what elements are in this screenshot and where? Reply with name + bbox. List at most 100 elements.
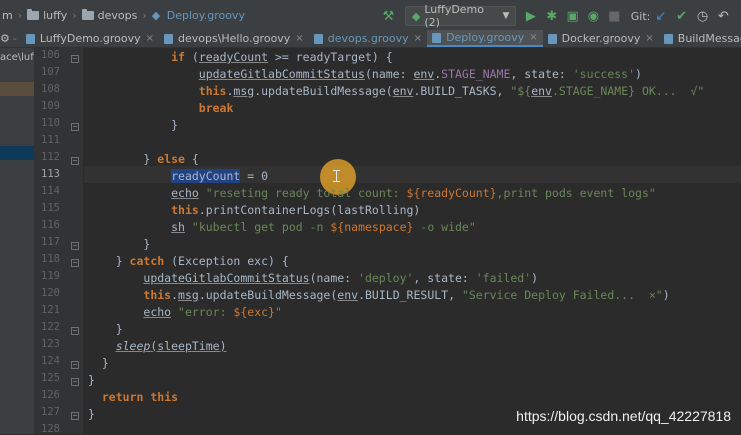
fold-marker-icon[interactable] <box>71 55 79 63</box>
code-token: readyCount <box>198 50 269 64</box>
code-line[interactable]: } else { <box>88 151 198 168</box>
tab-luffydemo[interactable]: LuffyDemo.groovy × <box>21 30 159 47</box>
code-line[interactable]: echo "error: ${exc}" <box>88 304 282 321</box>
code-token: ) <box>662 288 670 302</box>
close-icon[interactable]: × <box>645 33 653 44</box>
code-line[interactable]: updateGitlabCommitStatus(name: env.STAGE… <box>88 66 642 83</box>
breadcrumb-luffy[interactable]: luffy <box>43 9 67 22</box>
project-tree-selection[interactable] <box>0 146 34 160</box>
code-line[interactable]: this.msg.updateBuildMessage(env.BUILD_TA… <box>88 83 705 100</box>
line-number[interactable]: 121 <box>37 304 60 316</box>
fold-marker-icon[interactable] <box>71 378 79 386</box>
close-icon[interactable]: × <box>295 33 303 44</box>
code-line[interactable]: } <box>88 355 109 372</box>
fold-marker-icon[interactable] <box>71 361 79 369</box>
line-number[interactable]: 109 <box>37 100 60 112</box>
line-number[interactable]: 113 <box>37 168 60 180</box>
tab-buildmessage[interactable]: BuildMessage.groovy× <box>659 30 741 47</box>
code-line[interactable]: this.msg.updateBuildMessage(env.BUILD_RE… <box>88 287 670 304</box>
code-token: ${exc} <box>233 305 275 319</box>
code-line[interactable]: } <box>88 236 150 253</box>
run-config-select[interactable]: ◆ LuffyDemo (2) ▼ <box>404 3 517 29</box>
breadcrumb-separator: › <box>72 8 77 22</box>
fold-marker-icon[interactable] <box>71 242 79 250</box>
line-number[interactable]: 111 <box>37 134 60 146</box>
project-panel[interactable]: ace\luff <box>0 48 35 434</box>
code-line[interactable]: sleep(sleepTime) <box>88 338 227 355</box>
groovy-config-icon: ◆ <box>411 9 421 23</box>
fold-marker-icon[interactable] <box>71 259 79 267</box>
code-line[interactable]: readyCount = 0 <box>88 168 268 185</box>
coverage-icon[interactable]: ▣ <box>564 9 581 24</box>
line-number[interactable]: 119 <box>37 270 60 282</box>
line-number[interactable]: 128 <box>37 423 60 435</box>
tab-devops[interactable]: devops.groovy × <box>309 30 427 47</box>
code-line[interactable]: return this <box>88 389 178 406</box>
close-icon[interactable]: × <box>414 33 422 44</box>
fold-marker-icon[interactable] <box>71 157 79 165</box>
rollback-icon[interactable]: ↶ <box>715 9 732 24</box>
line-number[interactable]: 115 <box>37 202 60 214</box>
line-number[interactable]: 120 <box>37 287 60 299</box>
code-token: 'failed' <box>475 271 532 285</box>
profile-icon[interactable]: ◉ <box>585 9 602 24</box>
line-number[interactable]: 126 <box>37 389 60 401</box>
tab-docker[interactable]: Docker.groovy × <box>543 30 659 47</box>
line-number[interactable]: 112 <box>37 151 60 163</box>
line-number[interactable]: 114 <box>37 185 60 197</box>
code-token: (sleepTime) <box>150 339 227 353</box>
tab-hello[interactable]: devops\Hello.groovy × <box>159 30 309 47</box>
code-token: env <box>531 84 552 98</box>
fold-marker-icon[interactable] <box>71 327 79 335</box>
line-number[interactable]: 122 <box>37 321 60 333</box>
breadcrumb-devops[interactable]: devops <box>98 9 138 22</box>
gear-icon[interactable]: ⚙ <box>0 32 10 45</box>
code-line[interactable]: sh "kubectl get pod -n ${namespace} -o w… <box>88 219 476 236</box>
stop-icon[interactable]: ■ <box>606 9 623 24</box>
code-line[interactable]: updateGitlabCommitStatus(name: 'deploy',… <box>88 270 538 287</box>
code-token: "${ <box>510 84 532 98</box>
project-tree-highlight[interactable] <box>0 82 34 96</box>
tab-deploy[interactable]: Deploy.groovy × <box>427 30 543 47</box>
hammer-icon[interactable]: ⚒ <box>380 9 397 24</box>
breadcrumb-file[interactable]: Deploy.groovy <box>167 9 245 22</box>
debug-icon[interactable]: ✱ <box>543 9 560 24</box>
code-token: .STAGE_NAME} OK... √" <box>551 84 705 98</box>
code-token: } <box>88 407 95 421</box>
code-line[interactable]: } <box>88 406 95 423</box>
breadcrumb-separator: › <box>17 8 23 22</box>
close-icon[interactable]: × <box>146 33 154 44</box>
close-icon[interactable]: × <box>529 32 537 43</box>
line-number[interactable]: 110 <box>37 117 60 129</box>
line-number[interactable]: 106 <box>37 49 60 61</box>
run-icon[interactable]: ▶ <box>522 9 539 24</box>
line-number[interactable]: 107 <box>37 66 60 78</box>
fold-marker-icon[interactable] <box>71 123 79 131</box>
line-number[interactable]: 125 <box>37 372 60 384</box>
line-number[interactable]: 116 <box>37 219 60 231</box>
code-line[interactable]: } <box>88 321 123 338</box>
code-line[interactable]: } <box>88 372 95 389</box>
code-line[interactable]: echo "reseting ready total count: ${read… <box>88 185 656 202</box>
line-number[interactable]: 108 <box>37 83 60 95</box>
line-number[interactable]: 117 <box>37 236 60 248</box>
git-update-icon[interactable]: ↙ <box>652 9 669 24</box>
code-editor[interactable]: if (readyCount >= readyTarget) { updateG… <box>84 48 741 434</box>
code-line[interactable]: if (readyCount >= readyTarget) { <box>88 49 393 66</box>
line-number[interactable]: 118 <box>37 253 60 265</box>
breadcrumb-root[interactable]: m <box>2 9 13 22</box>
search-icon[interactable]: ⌕ <box>736 9 741 24</box>
line-number-gutter[interactable]: 106 107 108 109 110 111 112 113 114 115 116 117 118 1… <box>35 48 83 435</box>
line-number[interactable]: 123 <box>37 338 60 350</box>
git-commit-icon[interactable]: ✔ <box>673 9 690 24</box>
history-icon[interactable]: ◷ <box>694 9 711 24</box>
fold-marker-icon[interactable] <box>71 412 79 420</box>
code-line[interactable]: } <box>88 117 178 134</box>
code-line[interactable]: this.printContainerLogs(lastRolling) <box>88 202 420 219</box>
line-number[interactable]: 124 <box>37 355 60 367</box>
code-line[interactable]: } catch (Exception exc) { <box>88 253 289 270</box>
line-number[interactable]: 127 <box>37 406 60 418</box>
code-line[interactable]: break <box>88 100 234 117</box>
